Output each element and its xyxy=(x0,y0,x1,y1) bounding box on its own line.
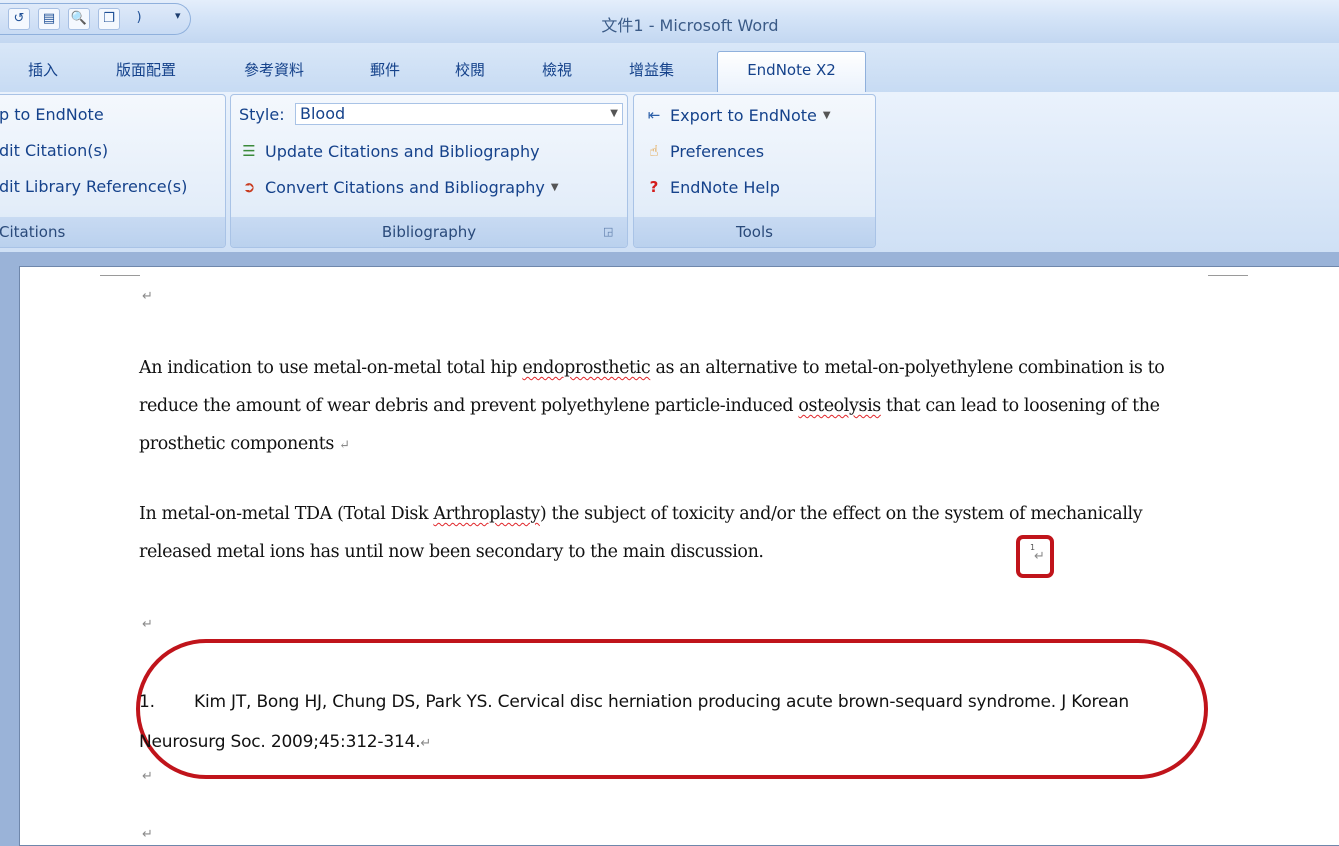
paragraph-mark: ↵ xyxy=(142,827,153,842)
document-page[interactable]: ↵ An indication to use metal-on-metal to… xyxy=(19,266,1339,846)
tab-endnote-x2[interactable]: EndNote X2 xyxy=(717,51,866,93)
convert-citations-icon: ➲ xyxy=(242,178,256,196)
citations-group: p to EndNote dit Citation(s) dit Library… xyxy=(0,94,226,248)
tab-review[interactable]: 校閱 xyxy=(455,59,485,80)
margin-corner xyxy=(1208,275,1248,276)
edit-library-reference-button[interactable]: dit Library Reference(s) xyxy=(0,177,187,196)
paragraph-2[interactable]: In metal-on-metal TDA (Total Disk Arthro… xyxy=(139,495,1219,571)
quick-access-toolbar: ↺ ▤ 🔍 ❐ ) ▾ xyxy=(0,3,191,35)
tab-page-layout[interactable]: 版面配置 xyxy=(116,59,176,80)
export-icon: ⇤ xyxy=(647,106,661,124)
window-title: 文件1 - Microsoft Word xyxy=(601,16,779,35)
bibliography-entry[interactable]: 1. Kim JT, Bong HJ, Chung DS, Park YS. Ce… xyxy=(139,682,1199,764)
update-citations-icon: ☰ xyxy=(242,142,256,160)
citation-highlight[interactable]: 1 ↵ xyxy=(1016,535,1054,578)
tools-group-label: Tools xyxy=(634,217,875,247)
paragraph-mark: ↵ xyxy=(339,438,350,453)
go-to-endnote-button[interactable]: p to EndNote xyxy=(0,105,104,124)
tab-mailings[interactable]: 郵件 xyxy=(370,59,400,80)
paragraph-1[interactable]: An indication to use metal-on-metal tota… xyxy=(139,349,1219,465)
new-window-icon[interactable]: ❐ xyxy=(98,8,120,30)
tab-addins[interactable]: 增益集 xyxy=(629,59,674,80)
tools-group: ⇤ Export to EndNote ▼ ☝ Preferences ? En… xyxy=(633,94,876,248)
reference-number: 1. xyxy=(139,692,155,712)
document-area: ↵ An indication to use metal-on-metal to… xyxy=(0,252,1339,846)
reference-text: Kim JT, Bong HJ, Chung DS, Park YS. Cerv… xyxy=(139,692,1129,752)
convert-citations-button[interactable]: ➲ Convert Citations and Bibliography ▼ xyxy=(239,177,559,197)
style-dropdown[interactable]: Blood ▼ xyxy=(295,103,623,125)
style-value: Blood xyxy=(300,104,346,123)
title-bar: ↺ ▤ 🔍 ❐ ) ▾ 文件1 - Microsoft Word xyxy=(0,0,1339,43)
paragraph-mark: ↵ xyxy=(142,617,153,632)
dialog-launcher-icon[interactable]: ◲ xyxy=(603,217,613,240)
edit-citations-button[interactable]: dit Citation(s) xyxy=(0,141,108,160)
paragraph-mark: ↵ xyxy=(420,736,432,751)
citations-group-label: Citations xyxy=(0,217,225,247)
chevron-down-icon: ▼ xyxy=(822,109,831,121)
tab-insert[interactable]: 插入 xyxy=(28,59,58,80)
help-icon: ? xyxy=(649,178,659,196)
bibliography-group-label: Bibliography ◲ xyxy=(231,217,627,247)
paragraph-mark: ↵ xyxy=(142,769,153,784)
customize-qat-button[interactable]: ▾ xyxy=(175,9,181,22)
hand-pointer-icon: ☝ xyxy=(649,142,659,160)
chevron-down-icon: ▼ xyxy=(610,108,618,119)
print-preview-icon[interactable]: 🔍 xyxy=(68,8,90,30)
tab-view[interactable]: 檢視 xyxy=(542,59,572,80)
paragraph-mark: ↵ xyxy=(1034,549,1045,564)
separator-icon: ) xyxy=(136,10,142,25)
undo-icon[interactable]: ↺ xyxy=(8,8,30,30)
style-label: Style: xyxy=(239,105,285,124)
paragraph-mark: ↵ xyxy=(142,289,153,304)
update-citations-button[interactable]: ☰ Update Citations and Bibliography xyxy=(239,141,539,161)
bibliography-group: Style: Blood ▼ ☰ Update Citations and Bi… xyxy=(230,94,628,248)
preferences-button[interactable]: ☝ Preferences xyxy=(644,141,764,161)
ribbon-tabs: 插入 版面配置 參考資料 郵件 校閱 檢視 增益集 EndNote X2 xyxy=(0,43,1339,93)
chevron-down-icon: ▼ xyxy=(550,181,559,193)
ribbon: p to EndNote dit Citation(s) dit Library… xyxy=(0,92,1339,252)
margin-corner xyxy=(100,275,140,276)
redo-icon[interactable]: ▤ xyxy=(38,8,60,30)
export-to-endnote-button[interactable]: ⇤ Export to EndNote ▼ xyxy=(644,105,831,125)
endnote-help-button[interactable]: ? EndNote Help xyxy=(644,177,780,197)
tab-references[interactable]: 參考資料 xyxy=(244,59,304,80)
